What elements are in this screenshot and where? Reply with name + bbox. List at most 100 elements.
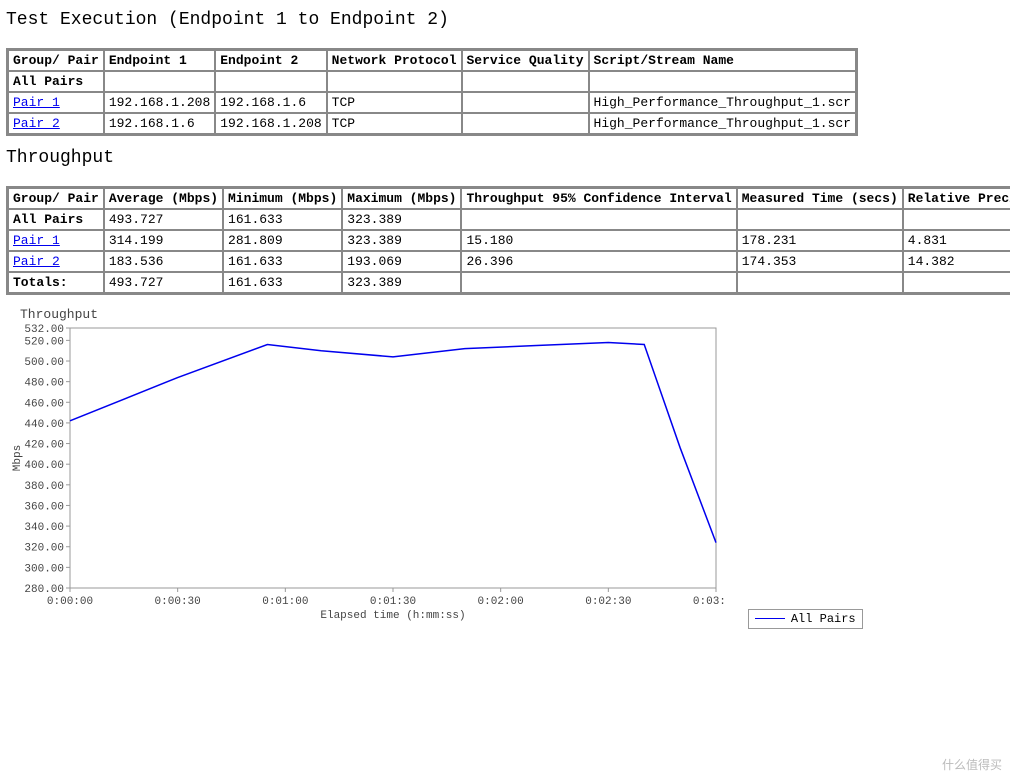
svg-text:400.00: 400.00 [24, 460, 64, 472]
table-row: Pair 1 192.168.1.208192.168.1.6TCP High_Pe… [8, 92, 856, 113]
pair-link[interactable]: Pair 1 [13, 233, 60, 248]
chart-legend: All Pairs [748, 609, 863, 629]
cell-script [589, 71, 856, 92]
tp-col-header: Throughput 95% Confidence Interval [461, 188, 736, 209]
table-row: Pair 1 314.199281.809323.38915.180178.231… [8, 230, 1010, 251]
cell-pair: All Pairs [8, 209, 104, 230]
cell-avg: 493.727 [104, 272, 223, 293]
tp-col-header: Maximum (Mbps) [342, 188, 461, 209]
exec-col-header: Group/ Pair [8, 50, 104, 71]
cell-rp [903, 209, 1010, 230]
legend-line-icon [755, 618, 785, 619]
cell-proto: TCP [327, 92, 462, 113]
cell-pair: Pair 1 [8, 92, 104, 113]
svg-text:500.00: 500.00 [24, 357, 64, 369]
tp-col-header: Measured Time (secs) [737, 188, 903, 209]
svg-text:460.00: 460.00 [24, 398, 64, 410]
svg-text:440.00: 440.00 [24, 419, 64, 431]
throughput-table: Group/ PairAverage (Mbps)Minimum (Mbps)M… [6, 186, 1010, 295]
svg-text:280.00: 280.00 [24, 584, 64, 596]
pair-link[interactable]: Pair 1 [13, 95, 60, 110]
cell-ci: 26.396 [461, 251, 736, 272]
table-row: Pair 2 183.536161.633193.06926.396174.353… [8, 251, 1010, 272]
cell-avg: 183.536 [104, 251, 223, 272]
exec-col-header: Endpoint 1 [104, 50, 215, 71]
cell-ci [461, 272, 736, 293]
cell-e2 [215, 71, 326, 92]
cell-script: High_Performance_Throughput_1.scr [589, 92, 856, 113]
cell-min: 281.809 [223, 230, 342, 251]
throughput-section-title: Throughput [6, 148, 1004, 168]
cell-pair: Pair 2 [8, 113, 104, 134]
svg-text:Mbps: Mbps [12, 445, 24, 471]
cell-e1 [104, 71, 215, 92]
chart-svg: 280.00 300.00 320.00 340.00 360.00 380.00 400.… [6, 322, 726, 622]
cell-rp [903, 272, 1010, 293]
cell-ci [461, 209, 736, 230]
table-row: Pair 2192.168.1.6192.168.1.208TCPHigh_Pe… [8, 113, 856, 134]
svg-text:0:01:00: 0:01:00 [262, 596, 308, 608]
cell-sq [462, 71, 589, 92]
cell-ci: 15.180 [461, 230, 736, 251]
exec-col-header: Script/Stream Name [589, 50, 856, 71]
cell-avg: 314.199 [104, 230, 223, 251]
cell-sq [462, 113, 589, 134]
svg-text:Elapsed time (h:mm:ss): Elapsed time (h:mm:ss) [320, 610, 465, 622]
cell-e2: 192.168.1.208 [215, 113, 326, 134]
exec-col-header: Service Quality [462, 50, 589, 71]
cell-sq [462, 92, 589, 113]
cell-min: 161.633 [223, 272, 342, 293]
legend-label: All Pairs [791, 612, 856, 626]
svg-text:340.00: 340.00 [24, 522, 64, 534]
chart-title: Throughput [20, 307, 1004, 322]
exec-table: Group/ PairEndpoint 1Endpoint 2Network P… [6, 48, 858, 136]
cell-time [737, 209, 903, 230]
svg-text:0:00:30: 0:00:30 [155, 596, 201, 608]
cell-min: 161.633 [223, 251, 342, 272]
pair-link[interactable]: Pair 2 [13, 116, 60, 131]
svg-text:0:02:30: 0:02:30 [585, 596, 631, 608]
cell-rp: 14.382 [903, 251, 1010, 272]
cell-e1: 192.168.1.6 [104, 113, 215, 134]
exec-col-header: Endpoint 2 [215, 50, 326, 71]
cell-e1: 192.168.1.208 [104, 92, 215, 113]
cell-pair: Totals: [8, 272, 104, 293]
cell-e2: 192.168.1.6 [215, 92, 326, 113]
svg-text:0:03:00: 0:03:00 [693, 596, 726, 608]
svg-text:532.00: 532.00 [24, 324, 64, 336]
svg-text:300.00: 300.00 [24, 563, 64, 575]
svg-text:420.00: 420.00 [24, 440, 64, 452]
pair-link[interactable]: Pair 2 [13, 254, 60, 269]
table-row: All Pairs [8, 71, 856, 92]
cell-avg: 493.727 [104, 209, 223, 230]
svg-text:520.00: 520.00 [24, 336, 64, 348]
cell-max: 323.389 [342, 272, 461, 293]
svg-text:360.00: 360.00 [24, 501, 64, 513]
cell-min: 161.633 [223, 209, 342, 230]
svg-text:480.00: 480.00 [24, 378, 64, 390]
exec-col-header: Network Protocol [327, 50, 462, 71]
cell-time: 174.353 [737, 251, 903, 272]
watermark: 什么值得买 [942, 756, 1002, 773]
cell-pair: Pair 2 [8, 251, 104, 272]
svg-text:0:00:00: 0:00:00 [47, 596, 93, 608]
cell-max: 323.389 [342, 230, 461, 251]
cell-rp: 4.831 [903, 230, 1010, 251]
svg-text:0:02:00: 0:02:00 [478, 596, 524, 608]
tp-col-header: Minimum (Mbps) [223, 188, 342, 209]
svg-text:380.00: 380.00 [24, 481, 64, 493]
table-row: All Pairs493.727161.633323.389 [8, 209, 1010, 230]
cell-pair: All Pairs [8, 71, 104, 92]
exec-section-title: Test Execution (Endpoint 1 to Endpoint 2… [6, 10, 1004, 30]
cell-pair: Pair 1 [8, 230, 104, 251]
cell-time: 178.231 [737, 230, 903, 251]
throughput-chart: Throughput 280.00 300.00 320.00 340.00 360.0… [6, 307, 1004, 629]
svg-text:320.00: 320.00 [24, 543, 64, 555]
cell-max: 193.069 [342, 251, 461, 272]
cell-time [737, 272, 903, 293]
cell-script: High_Performance_Throughput_1.scr [589, 113, 856, 134]
cell-proto [327, 71, 462, 92]
svg-text:0:01:30: 0:01:30 [370, 596, 416, 608]
cell-max: 323.389 [342, 209, 461, 230]
tp-col-header: Average (Mbps) [104, 188, 223, 209]
